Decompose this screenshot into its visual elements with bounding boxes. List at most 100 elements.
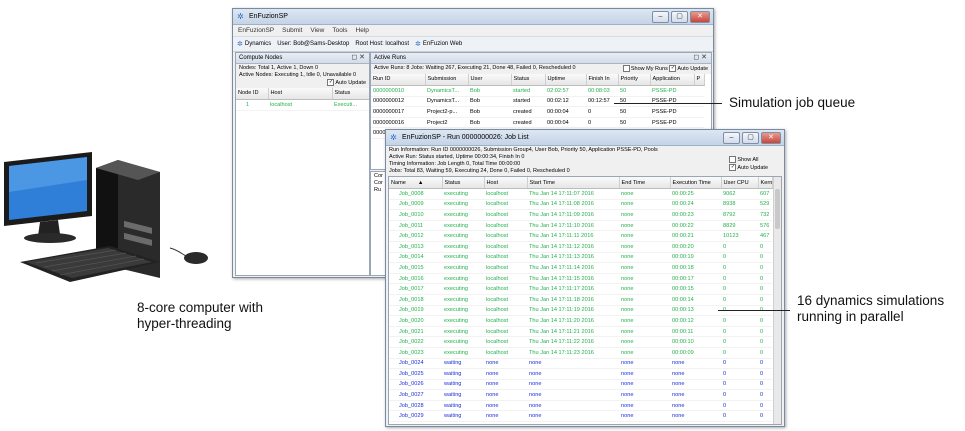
table-row[interactable]: Job_0025 waiting none none none none 0 0 — [389, 368, 772, 380]
table-row[interactable]: Job_0029 waiting none none none none 0 0 — [389, 410, 772, 423]
checkbox-checked-icon[interactable]: ✓ — [729, 163, 737, 171]
table-row[interactable]: 0000000017 Project2-p... Bob created 00:00:0… — [371, 106, 704, 118]
table-row[interactable]: 0000000016 Project2 Bob created 00:00:04 0 50 P… — [371, 117, 704, 129]
table-row[interactable]: Job_0009 executing localhost Thu Jan 14 17:… — [389, 199, 772, 211]
column-header[interactable]: Host — [268, 87, 333, 100]
toolbar: ✲ Dynamics User: Bob@Sams-Desktop Root Ho… — [233, 36, 713, 52]
column-header-label: Execution Time — [672, 179, 711, 186]
job-list-titlebar[interactable]: ✲ EnFuzionSP - Run 0000000026: Job List … — [386, 130, 784, 146]
checkbox-icon[interactable] — [622, 65, 630, 72]
column-header[interactable]: Finish In — [586, 73, 619, 86]
table-row[interactable]: Job_0018 executing localhost Thu Jan 14 17:… — [389, 294, 772, 306]
dynamics-button[interactable]: ✲ Dynamics — [237, 40, 271, 48]
pane-controls[interactable]: ◻✕ — [351, 53, 367, 63]
column-header[interactable]: Application — [650, 73, 695, 86]
close-button[interactable]: ✕ — [761, 132, 781, 144]
table-row[interactable]: Job_0012 executing localhost Thu Jan 14 17:… — [389, 230, 772, 242]
column-header[interactable]: Start Time — [527, 177, 620, 189]
main-titlebar[interactable]: ✲ EnFuzionSP – ▢ ✕ — [233, 9, 713, 25]
enfuzion-web-button[interactable]: ✲ EnFuzion Web — [415, 40, 462, 48]
checkbox-checked-icon[interactable]: ✓ — [669, 65, 677, 72]
table-cell: DynamicsT... — [425, 96, 468, 108]
close-button[interactable]: ✕ — [690, 11, 710, 23]
parallel-label: 16 dynamics simulations running in paral… — [797, 293, 945, 324]
column-header[interactable]: Name ▲ — [389, 177, 443, 189]
pane-controls[interactable]: ◻✕ — [693, 53, 709, 63]
table-row[interactable]: Job_0027 waiting none none none none 0 0 — [389, 389, 772, 401]
table-row[interactable]: Job_0020 executing localhost Thu Jan 14 17:… — [389, 315, 772, 327]
table-row[interactable]: Job_0008 executing localhost Thu Jan 14 17:… — [389, 188, 772, 200]
table-row[interactable]: Job_0016 executing localhost Thu Jan 14 17:… — [389, 273, 772, 285]
column-header[interactable]: Status — [332, 87, 369, 100]
column-header[interactable]: User — [468, 73, 512, 86]
maximize-button[interactable]: ▢ — [742, 132, 759, 144]
menu-submit[interactable]: Submit — [282, 25, 302, 36]
column-header[interactable]: Kernel C — [758, 177, 773, 189]
job-list-scrollbar[interactable] — [773, 177, 781, 424]
enfuzion-app-icon: ✲ — [390, 133, 397, 142]
scrollbar-thumb[interactable] — [775, 189, 780, 229]
table-cell: localhost — [484, 273, 527, 285]
table-row[interactable]: Job_0019 executing localhost Thu Jan 14 17:… — [389, 305, 772, 317]
column-header[interactable]: Submission — [425, 73, 469, 86]
table-cell: none — [670, 368, 721, 380]
table-cell: none — [619, 230, 670, 242]
table-cell: Thu Jan 14 17:11:12 2016 — [527, 241, 619, 253]
column-header[interactable]: Status — [442, 177, 485, 189]
maximize-button[interactable]: ▢ — [671, 11, 688, 23]
table-cell: localhost — [484, 305, 527, 317]
checkbox-icon[interactable] — [729, 156, 737, 163]
column-header[interactable]: Uptime — [545, 73, 587, 86]
table-row[interactable]: Job_0015 executing localhost Thu Jan 14 17:… — [389, 262, 772, 274]
table-row[interactable]: Job_0023 executing localhost Thu Jan 14 17:… — [389, 347, 772, 359]
table-cell: localhost — [484, 199, 527, 211]
table-row[interactable]: Job_0021 executing localhost Thu Jan 14 17:… — [389, 326, 772, 338]
minimize-button[interactable]: – — [723, 132, 740, 144]
column-header[interactable]: Node ID — [236, 87, 269, 100]
column-header[interactable]: End Time — [619, 177, 671, 189]
table-row[interactable]: Job_0013 executing localhost Thu Jan 14 17:… — [389, 241, 772, 253]
table-row[interactable]: Job_0017 executing localhost Thu Jan 14 17:… — [389, 283, 772, 295]
table-cell: waiting — [442, 389, 484, 401]
checkbox-checked-icon[interactable]: ✓ — [327, 79, 335, 86]
column-header[interactable]: Run ID — [371, 73, 426, 86]
jobs-auto-update[interactable]: ✓ Auto Update — [729, 163, 768, 172]
show-my-runs-toggle[interactable]: Show My Runs — [622, 65, 668, 72]
table-row[interactable]: Job_0010 executing localhost Thu Jan 14 17:… — [389, 209, 772, 221]
menu-view[interactable]: View — [310, 25, 324, 36]
table-cell: none — [619, 389, 670, 401]
table-row[interactable]: 0000000010 DynamicsT... Bob started 02:02:57… — [371, 85, 704, 97]
table-row[interactable]: Job_0028 waiting none none none none 0 0 — [389, 400, 772, 412]
table-row[interactable]: Job_0026 waiting none none none none 0 0 — [389, 379, 772, 391]
table-cell: Thu Jan 14 17:11:20 2016 — [527, 315, 619, 327]
table-cell: none — [484, 400, 527, 412]
column-header[interactable]: Status — [511, 73, 546, 86]
table-cell: 50 — [618, 96, 650, 108]
column-header[interactable]: Priority — [618, 73, 651, 86]
table-cell: 10123 — [721, 230, 758, 242]
table-row[interactable]: Job_0011 executing localhost Thu Jan 14 17:… — [389, 220, 772, 232]
menu-help[interactable]: Help — [356, 25, 369, 36]
nodes-auto-update[interactable]: ✓ Auto Update — [239, 79, 366, 87]
runs-auto-update[interactable]: ✓ Auto Update — [669, 65, 708, 72]
column-header[interactable]: Execution Time — [670, 177, 722, 189]
table-row[interactable]: Job_0014 executing localhost Thu Jan 14 17:… — [389, 252, 772, 264]
table-cell: 0 — [586, 117, 618, 129]
table-row[interactable]: 1 localhost Executi... — [236, 99, 369, 111]
show-all-toggle[interactable]: Show All — [729, 156, 768, 164]
column-header[interactable]: User CPU — [721, 177, 759, 189]
table-row[interactable]: 0000000012 DynamicsT... Bob started 00:02:12… — [371, 96, 704, 108]
table-cell: Bob — [468, 85, 511, 97]
table-cell: 0 — [758, 294, 772, 306]
column-header[interactable]: P — [694, 73, 705, 86]
table-row[interactable]: Job_0022 executing localhost Thu Jan 14 17:… — [389, 336, 772, 348]
minimize-button[interactable]: – — [652, 11, 669, 23]
menu-tools[interactable]: Tools — [332, 25, 347, 36]
table-cell: 0 — [721, 400, 758, 412]
table-cell: PSSE-PD — [650, 106, 694, 118]
table-row[interactable]: Job_0024 waiting none none none none 0 0 — [389, 358, 772, 370]
menu-enfuzionsp[interactable]: EnFuzionSP — [238, 25, 274, 36]
table-cell: localhost — [484, 294, 527, 306]
column-header[interactable]: Host — [484, 177, 528, 189]
table-cell: 0 — [721, 368, 758, 380]
